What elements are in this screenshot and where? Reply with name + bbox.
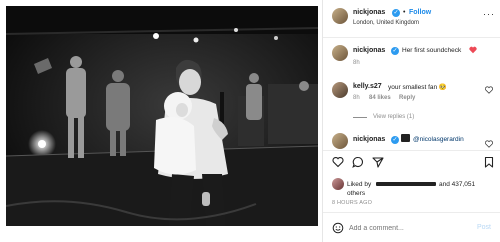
emoji-smiley-icon[interactable] [332, 222, 344, 234]
save-bookmark-icon[interactable] [483, 156, 495, 168]
view-replies-line [353, 117, 367, 118]
post-comment-button[interactable]: Post [477, 224, 491, 231]
liked-by-avatar[interactable] [332, 178, 344, 190]
caption-username[interactable]: nickjonas [353, 47, 385, 54]
header-username[interactable]: nickjonas [353, 9, 385, 16]
comment2-avatar[interactable] [332, 133, 348, 149]
liked-by-prefix: Liked by [347, 181, 372, 188]
instagram-post: nickjonas ✓ • Follow London, United King… [0, 0, 500, 242]
follow-button[interactable]: Follow [409, 9, 431, 16]
comment-time: 8h [353, 95, 360, 101]
dot-separator: • [403, 9, 406, 16]
view-replies-button[interactable]: View replies (1) [373, 114, 414, 120]
caption-avatar[interactable] [332, 45, 348, 61]
comment2-mention[interactable]: @nicolasgerardin [413, 136, 464, 143]
post-sidebar: nickjonas ✓ • Follow London, United King… [322, 0, 500, 242]
comment-reply-button[interactable]: Reply [399, 95, 415, 101]
comment-avatar[interactable] [332, 82, 348, 98]
more-options-icon[interactable]: ··· [483, 9, 495, 19]
comment2-verified-icon: ✓ [391, 136, 399, 144]
comment-text: your smallest fan 🥺 [388, 84, 448, 91]
header-divider [323, 37, 500, 38]
post-photo[interactable] [6, 6, 318, 226]
comment-likes[interactable]: 84 likes [369, 95, 391, 101]
liked-by-others[interactable]: others [347, 190, 365, 197]
liked-by-count[interactable]: and 437,051 [439, 181, 475, 188]
verified-badge-icon: ✓ [392, 9, 400, 17]
camera-emoji-icon [401, 134, 410, 142]
comment-input[interactable] [349, 222, 469, 234]
caption-verified-icon: ✓ [391, 47, 399, 55]
liked-by-redacted-username[interactable] [376, 182, 436, 186]
post-time[interactable]: 8 HOURS AGO [332, 200, 372, 206]
comment-bubble-icon[interactable] [352, 156, 364, 168]
comment-like-heart-icon[interactable] [485, 86, 493, 94]
caption-time: 8h [353, 60, 360, 66]
comment-username[interactable]: kelly.s27 [353, 83, 382, 90]
header-location[interactable]: London, United Kingdom [353, 20, 419, 26]
comment-box-divider [323, 212, 500, 213]
comment2-username[interactable]: nickjonas [353, 136, 385, 143]
header-avatar[interactable] [332, 8, 348, 24]
caption-heart-emoji-icon [469, 46, 477, 54]
like-heart-icon[interactable] [332, 156, 344, 168]
photo-image [6, 6, 318, 226]
caption-text: Her first soundcheck [402, 47, 462, 54]
actions-divider [323, 150, 500, 151]
comment2-like-heart-icon[interactable] [485, 140, 493, 148]
share-paper-plane-icon[interactable] [372, 156, 384, 168]
